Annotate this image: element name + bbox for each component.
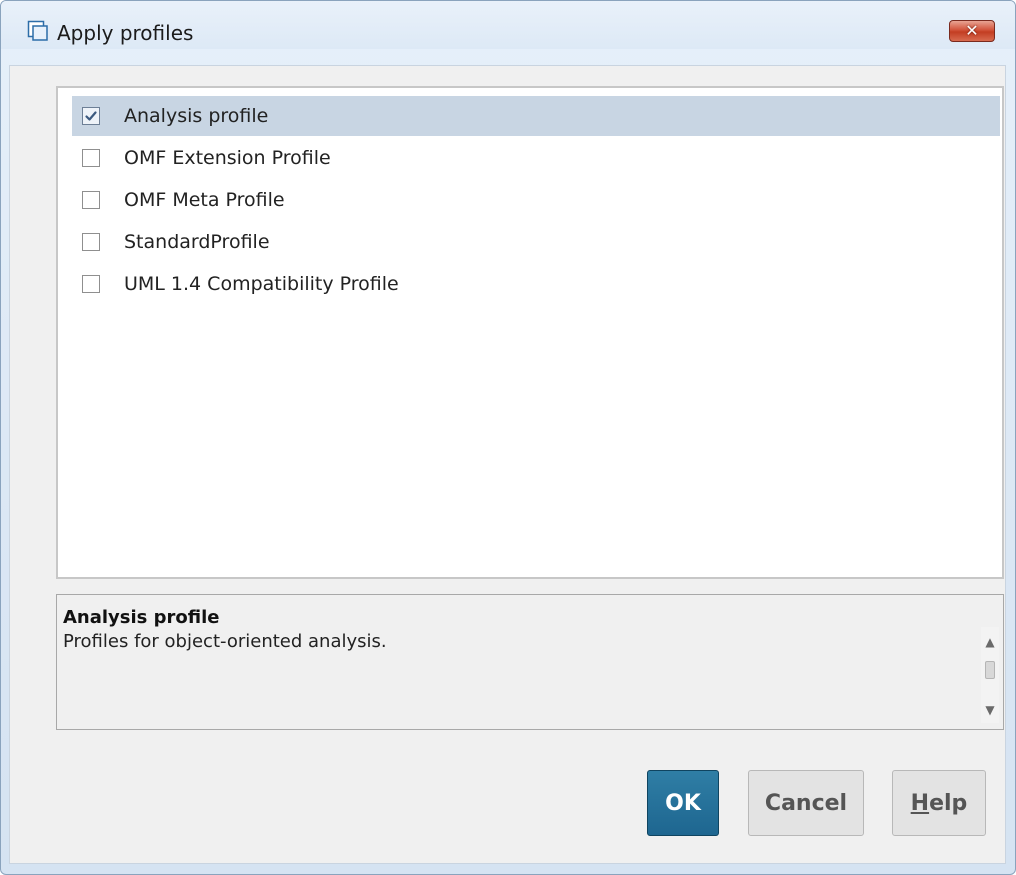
- description-title: Analysis profile: [63, 607, 220, 628]
- profile-checkbox-uml14[interactable]: [82, 275, 100, 293]
- description-text: Profiles for object-oriented analysis.: [63, 631, 387, 652]
- profile-label: UML 1.4 Compatibility Profile: [124, 273, 399, 295]
- dialog-content: Analysis profile OMF Extension Profile O…: [9, 65, 1006, 864]
- scroll-up-arrow-icon[interactable]: ▲: [981, 631, 999, 653]
- window-icon: [27, 20, 49, 42]
- help-mnemonic: H: [910, 790, 930, 816]
- profile-label: StandardProfile: [124, 231, 270, 253]
- dialog-title: Apply profiles: [57, 21, 194, 45]
- profile-item-omf-extension[interactable]: OMF Extension Profile: [72, 138, 1000, 178]
- profile-item-omf-meta[interactable]: OMF Meta Profile: [72, 180, 1000, 220]
- close-icon: ✕: [965, 21, 979, 40]
- apply-profiles-dialog: Apply profiles ✕ Analysis profile OMF Ex…: [0, 0, 1016, 875]
- profile-label: Analysis profile: [124, 105, 269, 127]
- scroll-thumb[interactable]: [985, 661, 995, 679]
- ok-button[interactable]: OK: [647, 770, 719, 836]
- checkmark-icon: [85, 111, 97, 121]
- title-bar[interactable]: Apply profiles ✕: [1, 1, 1015, 49]
- profile-checkbox-omf-meta[interactable]: [82, 191, 100, 209]
- profile-item-standard[interactable]: StandardProfile: [72, 222, 1000, 262]
- profile-checkbox-analysis[interactable]: [82, 107, 100, 125]
- close-button[interactable]: ✕: [949, 20, 995, 42]
- help-button[interactable]: Help: [892, 770, 986, 836]
- description-scrollbar[interactable]: ▲ ▼: [981, 627, 999, 723]
- profile-label: OMF Extension Profile: [124, 147, 331, 169]
- profile-checkbox-standard[interactable]: [82, 233, 100, 251]
- profile-item-analysis[interactable]: Analysis profile: [72, 96, 1000, 136]
- scroll-down-arrow-icon[interactable]: ▼: [981, 699, 999, 721]
- cancel-button[interactable]: Cancel: [748, 770, 864, 836]
- description-panel: Analysis profile Profiles for object-ori…: [56, 594, 1004, 730]
- profile-item-uml14[interactable]: UML 1.4 Compatibility Profile: [72, 264, 1000, 304]
- profile-label: OMF Meta Profile: [124, 189, 285, 211]
- profile-checkbox-omf-extension[interactable]: [82, 149, 100, 167]
- profiles-list[interactable]: Analysis profile OMF Extension Profile O…: [56, 86, 1004, 579]
- help-label-rest: elp: [929, 790, 968, 816]
